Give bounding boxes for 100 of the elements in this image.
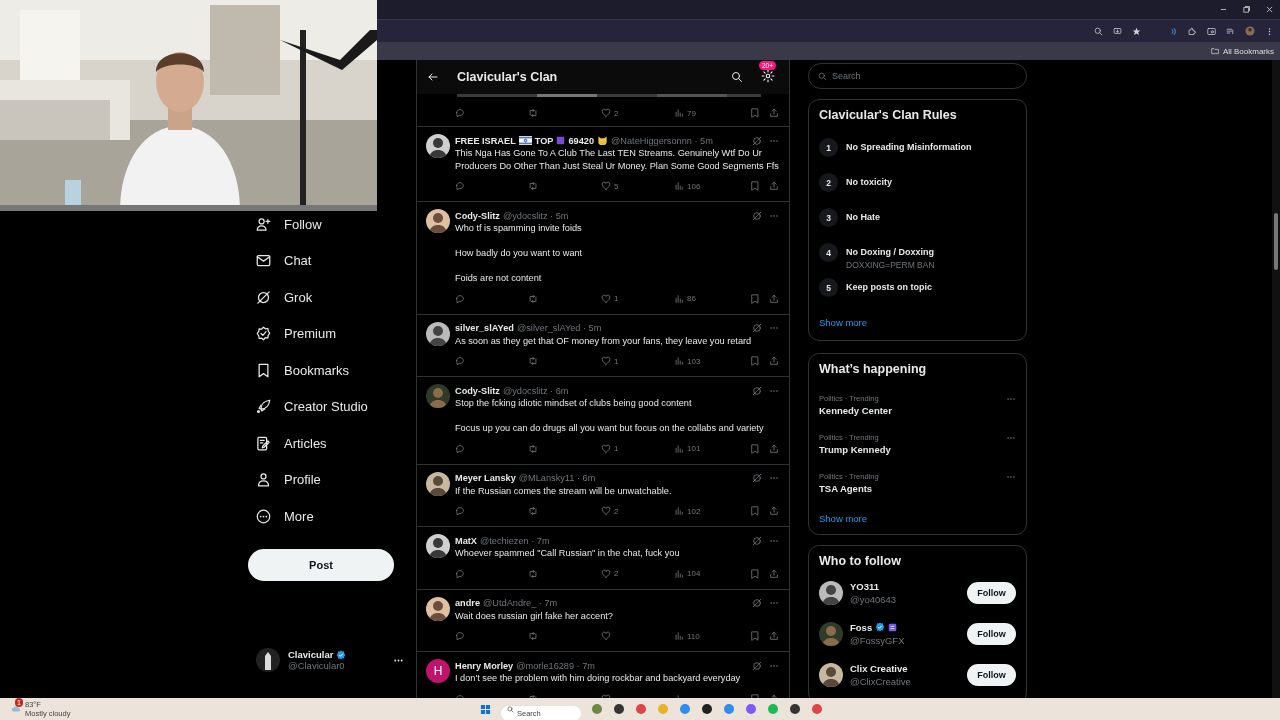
count-label: 2	[614, 569, 619, 578]
rule-title: No Spreading Misinformation	[846, 142, 972, 152]
count-label: 104	[687, 569, 701, 578]
profile-avatar-icon[interactable]	[1245, 26, 1255, 36]
nav-item[interactable]: Bookmarks	[248, 358, 350, 383]
cat-face-icon	[597, 135, 609, 146]
count-label: 1	[614, 356, 619, 366]
media-icon[interactable]	[1226, 26, 1235, 36]
grok-icon[interactable]	[752, 385, 762, 396]
avatar-image	[426, 321, 450, 346]
bookmarks-folder[interactable]: All Bookmarks	[1222, 46, 1274, 56]
more-icon	[256, 508, 271, 524]
handle-and-time: @morle16289 · 7m	[516, 660, 596, 671]
scrollbar-thumb[interactable]	[1274, 213, 1278, 270]
mail-icon	[256, 253, 271, 269]
post-text: Focus up you can do drugs all you want but focus on the collabs and variety	[455, 422, 765, 435]
count-label: 103	[687, 356, 701, 366]
search-icon	[507, 705, 514, 713]
start-icon[interactable]	[480, 703, 491, 715]
grok-icon[interactable]	[752, 535, 762, 546]
chat-icon[interactable]	[745, 703, 757, 715]
handle-and-time: @NateHiggersonnn · 5m	[611, 135, 714, 146]
account-handle: @yo40643	[850, 593, 898, 605]
nav-item[interactable]: Creator Studio	[248, 394, 368, 419]
post-text: How badly do you want to want	[455, 247, 584, 260]
post-button[interactable]: Post	[248, 548, 394, 581]
cloud-icon	[10, 704, 22, 714]
nav-item[interactable]: More	[248, 504, 314, 529]
name-part: FREE ISRAEL	[455, 135, 516, 146]
count-label: 86	[687, 294, 696, 303]
back-arrow-icon[interactable]	[427, 71, 439, 83]
follow-icon	[256, 216, 271, 232]
nav-item[interactable]: Profile	[248, 467, 321, 492]
handle-and-time: @ydocslitz · 5m	[502, 210, 570, 221]
browser-icon[interactable]	[723, 703, 735, 715]
app-icon[interactable]	[701, 703, 713, 715]
handle-and-time: @ydocslitz · 6m	[502, 385, 570, 396]
grok-icon[interactable]	[752, 210, 762, 221]
count-label: 2	[614, 108, 619, 118]
square-icon	[556, 136, 566, 145]
music-icon[interactable]	[767, 703, 779, 715]
count-label: 5	[614, 181, 619, 191]
post-text: As soon as they get that OF money from your fans, they leave you retard	[455, 334, 753, 347]
terminal-icon[interactable]	[789, 703, 801, 715]
nav-item[interactable]: Follow	[248, 212, 322, 237]
show-more-link[interactable]: Show more	[819, 317, 868, 328]
trend-name: TSA Agents	[819, 483, 874, 494]
sound-icon[interactable]	[1169, 26, 1178, 36]
rule-number: 4	[819, 243, 838, 262]
community-title: Clavicular's Clan	[457, 70, 559, 84]
rule-title: No toxicity	[846, 177, 892, 187]
grok-icon[interactable]	[752, 473, 762, 483]
author-name: MatX	[455, 535, 477, 546]
window-icon[interactable]	[613, 703, 625, 715]
tab-search-icon[interactable]	[1207, 26, 1216, 36]
handle-and-time: @silver_slAYed · 5m	[516, 323, 603, 333]
count-label: 1	[614, 444, 619, 453]
grok-icon[interactable]	[752, 660, 762, 671]
post-text: Whoever spammed "Call Russian" in the chat, fuck you	[455, 547, 681, 560]
follow-button[interactable]: Follow	[967, 663, 1016, 686]
nav-item[interactable]: Premium	[248, 321, 336, 346]
author-name: Cody-Slitz	[455, 210, 500, 221]
nav-item[interactable]: Grok	[248, 285, 313, 310]
card-title: Clavicular's Clan Rules	[819, 108, 958, 122]
follow-button[interactable]: Follow	[967, 581, 1016, 604]
post-text: Wait does russian girl fake her accent?	[455, 609, 614, 622]
search-icon[interactable]	[731, 71, 743, 83]
search-field[interactable]: Search	[808, 63, 1027, 89]
grok-icon[interactable]	[752, 598, 762, 608]
browser-icon[interactable]	[679, 703, 691, 715]
person-icon	[256, 472, 271, 488]
account-handle: @FossyGFX	[850, 634, 906, 646]
author-name: andre	[455, 598, 481, 608]
zoom-icon[interactable]	[1094, 26, 1103, 36]
rule-title: No Doxing / Doxxing	[846, 247, 935, 257]
trend-name: Kennedy Center	[819, 405, 892, 416]
nav-item[interactable]: Articles	[248, 431, 327, 456]
show-more-link[interactable]: Show more	[819, 513, 868, 524]
follow-button[interactable]: Follow	[967, 622, 1016, 645]
folder-icon[interactable]	[657, 703, 669, 715]
star-icon[interactable]	[1132, 26, 1141, 36]
flag-icon	[518, 136, 532, 145]
avatar-image	[426, 534, 450, 558]
grok-icon	[256, 289, 271, 305]
restore-icon[interactable]	[1242, 5, 1251, 14]
nav-item[interactable]: Chat	[248, 248, 312, 273]
avatar-image	[819, 621, 843, 646]
grok-icon[interactable]	[752, 135, 762, 146]
close-icon[interactable]	[1265, 5, 1274, 14]
handle-and-time: @UtdAndre_ · 7m	[483, 598, 559, 608]
install-icon[interactable]	[1113, 26, 1122, 36]
post-text: Foids are not content	[455, 272, 543, 285]
rule-title: No Hate	[846, 212, 880, 222]
rule-detail: DOXXING=PERM BAN	[846, 260, 935, 270]
avatar-image	[426, 134, 450, 158]
grok-icon[interactable]	[752, 323, 762, 333]
rule-number: 1	[819, 138, 838, 157]
folder-icon	[1210, 47, 1219, 55]
card-title: What’s happening	[819, 362, 928, 376]
settings-icon[interactable]	[761, 69, 775, 83]
